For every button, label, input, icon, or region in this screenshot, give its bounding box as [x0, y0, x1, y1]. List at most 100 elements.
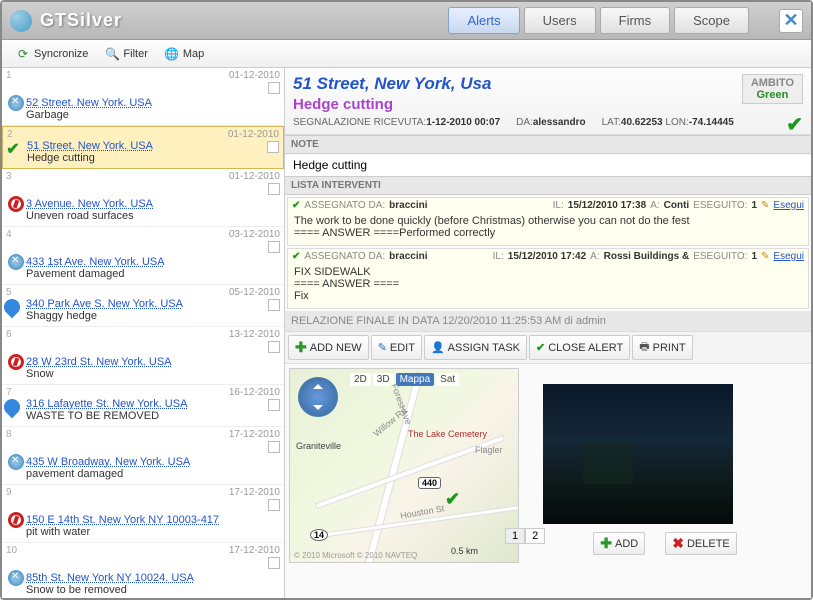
alert-checkbox[interactable]	[268, 241, 280, 253]
pencil-icon: ✎	[378, 341, 387, 354]
alert-title: 51 Street. New York. USA	[27, 140, 279, 152]
detail-type: Hedge cutting	[293, 96, 803, 113]
close-alert-button[interactable]: ✔CLOSE ALERT	[529, 335, 630, 360]
map-scale: 0.5 km	[451, 546, 478, 556]
alert-list-item[interactable]: 201-12-2010 ✔ 51 Street. New York. USA H…	[2, 126, 284, 169]
tab-alerts[interactable]: Alerts	[448, 7, 519, 34]
detail-header: 51 Street, New York, Usa Hedge cutting A…	[285, 68, 811, 135]
interventions-list: ✔ASSEGNATO DA:braccini IL:15/12/2010 17:…	[285, 195, 811, 311]
map-place-label: The Lake Cemetery	[408, 429, 487, 439]
assign-icon: 👤	[431, 341, 445, 354]
action-bar: ✚ADD NEW ✎EDIT 👤ASSIGN TASK ✔CLOSE ALERT…	[285, 331, 811, 364]
alert-date: 17-12-2010	[229, 429, 280, 440]
alert-number: 5	[6, 287, 12, 298]
alert-number: 9	[6, 487, 12, 498]
alert-checkbox[interactable]	[268, 341, 280, 353]
alert-list-item[interactable]: 1017-12-2010 85th St. New York NY 10024.…	[2, 543, 284, 598]
alert-list-item[interactable]: 301-12-2010 3 Avenue. New York. USA Unev…	[2, 169, 284, 227]
alert-description: Shaggy hedge	[26, 310, 280, 322]
alert-checkbox[interactable]	[268, 399, 280, 411]
alert-status-icon	[2, 296, 23, 319]
alert-status-icon	[8, 254, 24, 270]
edit-button[interactable]: ✎EDIT	[371, 335, 422, 360]
alert-list-item[interactable]: 9 17-12-2010 150 E 14th St. New York NY 1…	[2, 485, 284, 543]
alert-checkbox[interactable]	[267, 141, 279, 153]
detail-address: 51 Street, New York, Usa	[293, 74, 803, 94]
close-button[interactable]: ✕	[779, 9, 803, 33]
syncronize-button[interactable]: ⟳Syncronize	[8, 43, 95, 65]
alert-list-item[interactable]: 101-12-2010 52 Street. New York. USA Gar…	[2, 68, 284, 126]
alert-list[interactable]: 101-12-2010 52 Street. New York. USA Gar…	[2, 68, 285, 598]
alert-title: 316 Lafayette St. New York. USA	[26, 398, 280, 410]
alert-date: 17-12-2010	[229, 487, 280, 498]
alert-number: 1	[6, 70, 12, 81]
alert-status-icon	[8, 512, 24, 528]
alert-checkbox[interactable]	[268, 441, 280, 453]
alert-status-icon: ✔	[5, 141, 21, 157]
photo-tab-1[interactable]: 1	[505, 528, 525, 544]
note-header: NOTE	[285, 135, 811, 154]
alert-list-item[interactable]: 817-12-2010 435 W Broadway. New York. US…	[2, 427, 284, 485]
map-panel[interactable]: 2D 3D Mappa Sat Graniteville The Lake Ce…	[289, 368, 519, 563]
nav-tabs: Alerts Users Firms Scope	[448, 7, 749, 34]
tab-users[interactable]: Users	[524, 7, 596, 34]
alert-status-icon	[8, 354, 24, 370]
alert-title: 150 E 14th St. New York NY 10003-417	[26, 514, 280, 526]
alert-title: 85th St. New York NY 10024. USA	[26, 572, 280, 584]
alert-status-icon	[8, 570, 24, 586]
alert-description: Snow to be removed	[26, 584, 280, 596]
alert-list-item[interactable]: 403-12-2010 433 1st Ave. New York. USA P…	[2, 227, 284, 285]
add-new-button[interactable]: ✚ADD NEW	[288, 335, 369, 360]
toolbar: ⟳Syncronize 🔍Filter 🌐Map	[2, 40, 811, 68]
tab-firms[interactable]: Firms	[600, 7, 671, 34]
titlebar: GTSilver Alerts Users Firms Scope ✕	[2, 2, 811, 40]
alert-status-icon	[2, 396, 23, 419]
final-report-line: RELAZIONE FINALE IN DATA 12/20/2010 11:2…	[285, 311, 811, 331]
print-button[interactable]: 🖶PRINT	[632, 335, 692, 360]
map-button[interactable]: 🌐Map	[157, 43, 211, 65]
alert-status-icon	[8, 95, 24, 111]
alert-list-item[interactable]: 505-12-2010 340 Park Ave S. New York. US…	[2, 285, 284, 327]
esegui-link[interactable]: Esegui	[773, 251, 804, 262]
refresh-icon: ⟳	[15, 46, 31, 62]
alert-number: 7	[6, 387, 12, 398]
map-pan-control[interactable]	[298, 377, 338, 417]
alert-title: 340 Park Ave S. New York. USA	[26, 298, 280, 310]
alert-checkbox[interactable]	[268, 183, 280, 195]
status-check-icon: ✔	[786, 112, 803, 137]
map-attribution: © 2010 Microsoft © 2010 NAVTEQ	[294, 551, 417, 560]
ambito-badge: AMBITO Green	[742, 74, 803, 104]
assign-task-button[interactable]: 👤ASSIGN TASK	[424, 335, 527, 360]
alert-checkbox[interactable]	[268, 82, 280, 94]
map-tab-2d[interactable]: 2D	[350, 373, 371, 386]
pencil-icon: ✎	[761, 200, 769, 211]
alert-title: 28 W 23rd St. New York. USA	[26, 356, 280, 368]
alert-description: Garbage	[26, 109, 280, 121]
alert-date: 01-12-2010	[229, 171, 280, 182]
interventions-header: LISTA INTERVENTI	[285, 176, 811, 195]
map-place-label: Graniteville	[296, 441, 341, 451]
map-tab-mappa[interactable]: Mappa	[396, 373, 435, 386]
alert-checkbox[interactable]	[268, 499, 280, 511]
intervention-body: The work to be done quickly (before Chri…	[292, 211, 804, 243]
alert-description: pavement damaged	[26, 468, 280, 480]
plus-icon: ✚	[295, 339, 307, 356]
alert-checkbox[interactable]	[268, 557, 280, 569]
tab-scope[interactable]: Scope	[674, 7, 749, 34]
alert-title: 435 W Broadway. New York. USA	[26, 456, 280, 468]
alert-number: 10	[6, 545, 17, 556]
map-tab-sat[interactable]: Sat	[436, 373, 459, 386]
esegui-link[interactable]: Esegui	[773, 200, 804, 211]
filter-button[interactable]: 🔍Filter	[97, 43, 154, 65]
photo-image[interactable]	[543, 384, 733, 524]
map-place-label: Flagler	[475, 445, 503, 455]
alert-list-item[interactable]: 613-12-2010 28 W 23rd St. New York. USA …	[2, 327, 284, 385]
alert-description: WASTE TO BE REMOVED	[26, 410, 280, 422]
alert-list-item[interactable]: 716-12-2010 316 Lafayette St. New York. …	[2, 385, 284, 427]
check-icon: ✔	[292, 200, 300, 211]
app-title: GTSilver	[40, 10, 448, 31]
alert-description: pit with water	[26, 526, 280, 538]
intervention-body: FIX SIDEWALK==== ANSWER ====Fix	[292, 262, 804, 306]
alert-checkbox[interactable]	[268, 299, 280, 311]
photo-tab-2[interactable]: 2	[525, 528, 545, 544]
